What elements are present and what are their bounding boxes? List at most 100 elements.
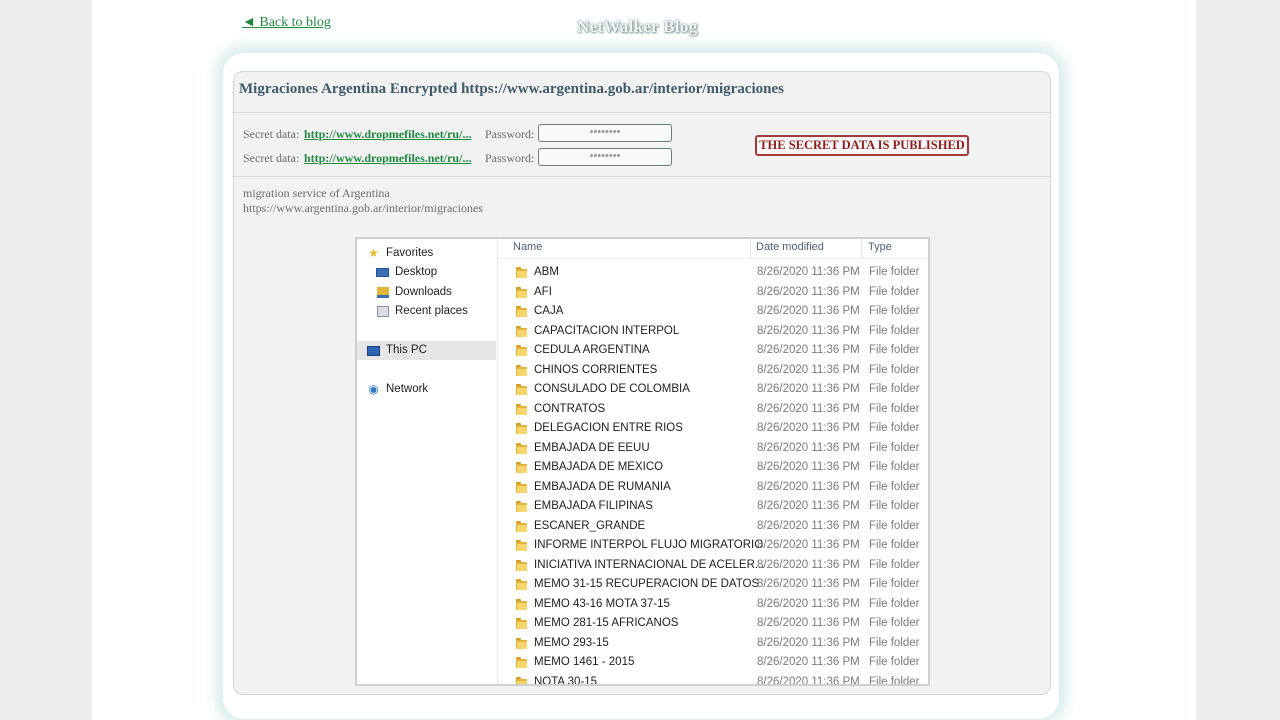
file-row[interactable]: MEMO 1461 - 2015 8/26/2020 11:36 PM File f… (499, 653, 928, 673)
file-row[interactable]: CONSULADO DE COLOMBIA 8/26/2020 11:36 PM F… (499, 380, 928, 400)
file-date-modified: 8/26/2020 11:36 PM (757, 656, 860, 668)
folder-icon (516, 462, 527, 473)
file-row[interactable]: MEMO 43-16 MOTA 37-15 8/26/2020 11:36 PM F… (499, 595, 928, 615)
column-divider[interactable] (750, 239, 751, 258)
file-date-modified: 8/26/2020 11:36 PM (757, 402, 860, 415)
file-type: File folder (869, 363, 920, 376)
file-type: File folder (869, 480, 920, 493)
file-type: File folder (869, 539, 920, 551)
file-name: ESCANER_GRANDE (534, 519, 646, 532)
nav-item-desktop[interactable]: Desktop (357, 263, 496, 282)
post-title: Migraciones Argentina Encrypted https://… (239, 81, 784, 97)
file-row[interactable]: MEMO 293-15 8/26/2020 11:36 PM File folder (499, 634, 928, 654)
file-row[interactable]: CAJA 8/26/2020 11:36 PM File folder (499, 302, 928, 322)
nav-item-downloads[interactable]: Downloads (357, 283, 496, 302)
nav-item-this-pc[interactable]: This PC (357, 341, 496, 360)
column-header-name[interactable]: Name (513, 239, 542, 258)
file-name: MEMO 31-15 RECUPERACION DE DATOS (534, 578, 760, 590)
file-row[interactable]: INICIATIVA INTERNACIONAL DE ACELER... 8/2… (499, 556, 928, 576)
header-divider (499, 258, 928, 259)
file-type: File folder (869, 441, 920, 454)
file-row[interactable]: EMBAJADA FILIPINAS 8/26/2020 11:36 PM File… (499, 497, 928, 517)
file-name: NOTA 30-15 (534, 675, 598, 686)
folder-icon (516, 286, 527, 298)
file-name: EMBAJADA FILIPINAS (534, 500, 653, 512)
file-date-modified: 8/26/2020 11:36 PM (757, 441, 860, 454)
file-row[interactable]: EMBAJADA DE EEUU 8/26/2020 11:36 PM File f… (499, 439, 928, 459)
file-date-modified: 8/26/2020 11:36 PM (757, 578, 860, 590)
file-row[interactable]: ABM 8/26/2020 11:36 PM File folder (499, 263, 928, 283)
file-name: MEMO 1461 - 2015 (534, 656, 635, 668)
file-row[interactable]: CHINOS CORRIENTES 8/26/2020 11:36 PM File … (499, 361, 928, 381)
file-row[interactable]: CAPACITACION INTERPOL 8/26/2020 11:36 PM F… (499, 322, 928, 342)
file-name: DELEGACION ENTRE RIOS (534, 422, 683, 434)
nav-item-network[interactable]: ◉ Network (357, 380, 496, 399)
file-name: CONTRATOS (534, 402, 606, 415)
file-row[interactable]: MEMO 31-15 RECUPERACION DE DATOS 8/26/202… (499, 575, 928, 595)
file-name: MEMO 293-15 (534, 636, 609, 649)
file-type: File folder (869, 422, 920, 434)
folder-icon (516, 384, 527, 395)
computer-icon (367, 344, 380, 357)
password-field[interactable]: •••••••• (538, 124, 672, 142)
file-date-modified: 8/26/2020 11:36 PM (757, 461, 860, 473)
file-date-modified: 8/26/2020 11:36 PM (757, 266, 860, 278)
folder-icon (516, 364, 527, 376)
file-name: INFORME INTERPOL FLUJO MIGRATORIO (534, 539, 764, 551)
file-name: CHINOS CORRIENTES (534, 363, 658, 376)
secret-data-link[interactable]: http://www.dropmefiles.net/ru/... (304, 151, 471, 166)
folder-icon (516, 501, 527, 512)
password-field[interactable]: •••••••• (538, 148, 672, 166)
nav-item-favorites[interactable]: ★ Favorites (357, 244, 496, 263)
folder-icon (516, 676, 527, 684)
file-date-modified: 8/26/2020 11:36 PM (757, 480, 860, 493)
file-name: AFI (534, 285, 552, 298)
file-name: EMBAJADA DE EEUU (534, 441, 650, 454)
file-type: File folder (869, 383, 920, 395)
back-to-blog-link[interactable]: ◄ Back to blog (242, 15, 331, 31)
file-row[interactable]: EMBAJADA DE RUMANIA 8/26/2020 11:36 PM Fil… (499, 478, 928, 498)
file-row[interactable]: MEMO 281-15 AFRICANOS 8/26/2020 11:36 PM F… (499, 614, 928, 634)
downloads-folder-icon (376, 286, 389, 299)
password-label: Password: (485, 127, 535, 141)
file-date-modified: 8/26/2020 11:36 PM (757, 539, 860, 551)
column-divider[interactable] (861, 239, 862, 258)
nav-item-label: Network (386, 383, 429, 395)
file-name: EMBAJADA DE MEXICO (534, 461, 664, 473)
file-date-modified: 8/26/2020 11:36 PM (757, 285, 860, 298)
post-card: Migraciones Argentina Encrypted https://… (233, 71, 1051, 695)
file-row[interactable]: INFORME INTERPOL FLUJO MIGRATORIO 8/26/20… (499, 536, 928, 556)
file-row[interactable]: CONTRATOS 8/26/2020 11:36 PM File folder (499, 400, 928, 420)
file-type: File folder (869, 344, 920, 356)
column-header-type[interactable]: Type (868, 239, 892, 258)
post-description-url: https://www.argentina.gob.ar/interior/mi… (243, 201, 483, 215)
file-name: INICIATIVA INTERNACIONAL DE ACELER... (534, 558, 765, 571)
secret-data-link[interactable]: http://www.dropmefiles.net/ru/... (304, 127, 471, 142)
file-row[interactable]: ESCANER_GRANDE 8/26/2020 11:36 PM File fol… (499, 517, 928, 537)
desktop-icon (376, 266, 389, 279)
file-row[interactable]: NOTA 30-15 8/26/2020 11:36 PM File folder (499, 673, 928, 686)
file-type: File folder (869, 617, 920, 629)
file-row[interactable]: DELEGACION ENTRE RIOS 8/26/2020 11:36 PM F… (499, 419, 928, 439)
file-row[interactable]: CEDULA ARGENTINA 8/26/2020 11:36 PM File f… (499, 341, 928, 361)
secret-data-label: Secret data: (243, 151, 300, 165)
folder-icon (516, 481, 527, 493)
file-type: File folder (869, 402, 920, 415)
file-row[interactable]: AFI 8/26/2020 11:36 PM File folder (499, 283, 928, 303)
file-date-modified: 8/26/2020 11:36 PM (757, 422, 860, 434)
file-name: MEMO 281-15 AFRICANOS (534, 617, 679, 629)
file-row[interactable]: EMBAJADA DE MEXICO 8/26/2020 11:36 PM File… (499, 458, 928, 478)
divider (234, 176, 1050, 177)
file-date-modified: 8/26/2020 11:36 PM (757, 363, 860, 376)
file-name: MEMO 43-16 MOTA 37-15 (534, 597, 670, 610)
nav-item-recent-places[interactable]: Recent places (357, 302, 496, 321)
file-type: File folder (869, 558, 920, 571)
file-name: CONSULADO DE COLOMBIA (534, 383, 690, 395)
folder-icon (516, 579, 527, 590)
file-date-modified: 8/26/2020 11:36 PM (757, 675, 860, 686)
file-date-modified: 8/26/2020 11:36 PM (757, 636, 860, 649)
file-type: File folder (869, 266, 920, 278)
column-header-date-modified[interactable]: Date modified (756, 239, 824, 258)
file-name: CAJA (534, 305, 564, 317)
file-name: CEDULA ARGENTINA (534, 344, 650, 356)
